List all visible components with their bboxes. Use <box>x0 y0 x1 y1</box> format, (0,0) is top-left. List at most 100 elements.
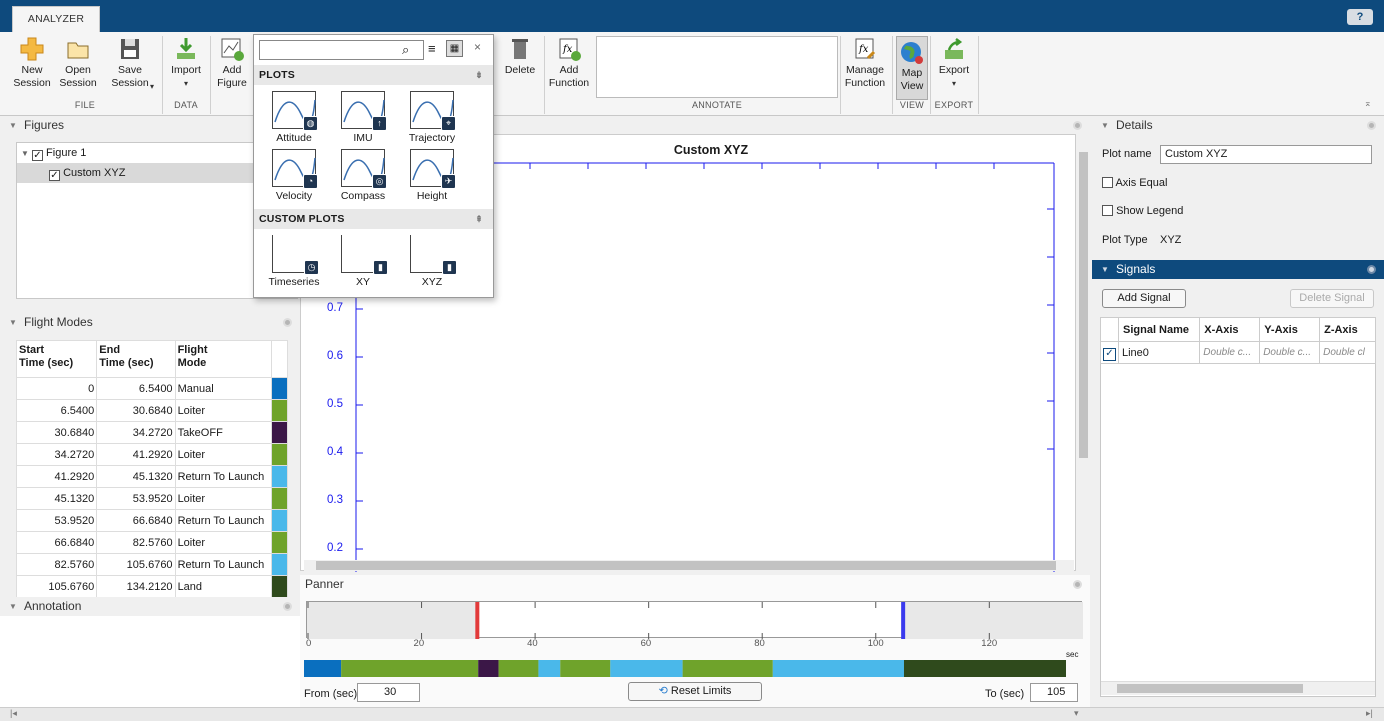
column-header[interactable]: Signal Name <box>1117 317 1201 342</box>
collapse-toolstrip-icon[interactable]: ⌅ <box>1364 98 1372 109</box>
table-row[interactable]: 45.1320 53.9520 Loiter <box>15 487 289 510</box>
start-cell[interactable]: 34.2720 <box>15 443 98 466</box>
from-handle[interactable] <box>475 602 480 639</box>
end-cell[interactable]: 45.1320 <box>96 465 176 488</box>
end-cell[interactable]: 105.6760 <box>96 553 176 576</box>
signals-panel-header[interactable]: ▼ Signals <box>1092 260 1384 279</box>
export-button[interactable]: Export ▾ <box>934 36 974 90</box>
collapse-icon[interactable]: ▼ <box>1101 116 1109 135</box>
mode-cell[interactable]: Loiter <box>174 399 272 422</box>
start-cell[interactable]: 82.5760 <box>15 553 98 576</box>
plots-section-header[interactable]: PLOTS ⇟ <box>254 65 493 85</box>
mode-cell[interactable]: Manual <box>174 377 272 400</box>
checkbox[interactable]: ✓ <box>31 150 43 161</box>
collapse-icon[interactable]: ▼ <box>1101 260 1109 279</box>
table-row[interactable]: 66.6840 82.5760 Loiter <box>15 531 289 554</box>
reset-limits-button[interactable]: ⟲ Reset Limits <box>628 682 762 701</box>
custom-plot-timeseries[interactable]: ◷ Timeseries <box>262 235 326 288</box>
details-panel-header[interactable]: ▼ Details <box>1092 116 1384 135</box>
plot-type-velocity[interactable]: ◔ Velocity <box>262 149 326 202</box>
end-cell[interactable]: 66.6840 <box>96 509 176 532</box>
plot-name-input[interactable]: Custom XYZ <box>1160 145 1372 164</box>
grid-view-icon[interactable]: ▦ <box>446 40 463 57</box>
signal-name-cell[interactable]: Line0 <box>1117 341 1201 364</box>
plot-type-attitude[interactable]: ◍ Attitude <box>262 91 326 144</box>
table-row[interactable]: 34.2720 41.2920 Loiter <box>15 443 289 466</box>
to-handle[interactable] <box>901 602 906 639</box>
start-cell[interactable]: 0 <box>15 377 98 400</box>
signal-checkbox[interactable]: ✓ <box>1103 347 1116 361</box>
panel-options-icon[interactable] <box>1367 265 1376 274</box>
start-cell[interactable]: 45.1320 <box>15 487 98 510</box>
end-cell[interactable]: 53.9520 <box>96 487 176 510</box>
x-axis-cell[interactable]: Double c... <box>1199 341 1261 364</box>
add-function-button[interactable]: fx Add Function <box>546 36 592 90</box>
mode-cell[interactable]: Land <box>174 575 272 598</box>
panner-track[interactable] <box>307 602 1083 639</box>
plot-type-compass[interactable]: ◎ Compass <box>331 149 395 202</box>
plot-search-input[interactable] <box>259 40 424 60</box>
column-header[interactable]: Z-Axis <box>1319 317 1376 342</box>
table-row[interactable]: 82.5760 105.6760 Return To Launch <box>15 553 289 576</box>
table-row[interactable]: 53.9520 66.6840 Return To Launch <box>15 509 289 532</box>
plot-type-trajectory[interactable]: ⌖ Trajectory <box>400 91 464 144</box>
column-header[interactable]: Y-Axis <box>1259 317 1321 342</box>
panner-range[interactable] <box>306 601 1083 639</box>
end-cell[interactable]: 41.2920 <box>96 443 176 466</box>
horizontal-scrollbar[interactable] <box>304 560 1074 571</box>
table-row[interactable]: 30.6840 34.2720 TakeOFF <box>15 421 289 444</box>
start-cell[interactable]: 6.5400 <box>15 399 98 422</box>
collapse-icon[interactable]: ▼ <box>9 313 17 332</box>
end-cell[interactable]: 34.2720 <box>96 421 176 444</box>
collapse-icon[interactable]: ▼ <box>9 597 17 616</box>
plot-type-height[interactable]: ✈ Height <box>400 149 464 202</box>
column-header[interactable]: Start Time (sec) <box>15 340 98 378</box>
open-session-button[interactable]: Open Session <box>56 36 100 90</box>
panel-options-icon[interactable] <box>283 318 292 327</box>
checkbox[interactable] <box>1102 205 1113 216</box>
column-header[interactable]: Flight Mode <box>174 340 272 378</box>
from-input[interactable]: 30 <box>357 683 420 702</box>
panel-options-icon[interactable] <box>1073 121 1082 130</box>
table-row[interactable]: ✓ Line0 Double c... Double c... Double c… <box>1100 341 1376 364</box>
scroll-thumb[interactable] <box>316 561 1056 570</box>
mode-cell[interactable]: Loiter <box>174 443 272 466</box>
checkbox[interactable]: ✓ <box>49 170 60 181</box>
start-cell[interactable]: 105.6760 <box>15 575 98 598</box>
to-input[interactable]: 105 <box>1030 683 1078 702</box>
help-icon[interactable]: ? <box>1347 9 1373 25</box>
new-session-button[interactable]: New Session <box>10 36 54 90</box>
table-row[interactable]: 0 6.5400 Manual <box>15 377 289 400</box>
mode-cell[interactable]: Loiter <box>174 487 272 510</box>
status-left-icon[interactable]: |◂ <box>10 708 17 719</box>
vertical-scrollbar[interactable] <box>1078 138 1089 560</box>
collapse-section-icon[interactable]: ⇟ <box>475 65 483 85</box>
import-button[interactable]: Import ▾ <box>166 36 206 90</box>
add-figure-button[interactable]: Add Figure <box>214 36 250 90</box>
add-signal-button[interactable]: Add Signal <box>1102 289 1186 308</box>
panel-options-icon[interactable] <box>1073 580 1082 589</box>
z-axis-cell[interactable]: Double cl <box>1319 341 1376 364</box>
start-cell[interactable]: 41.2920 <box>15 465 98 488</box>
mode-cell[interactable]: Return To Launch <box>174 465 272 488</box>
start-cell[interactable]: 53.9520 <box>15 509 98 532</box>
delete-button[interactable]: Delete <box>500 36 540 77</box>
tab-analyzer[interactable]: ANALYZER <box>12 6 100 32</box>
y-axis-cell[interactable]: Double c... <box>1259 341 1321 364</box>
manage-function-button[interactable]: fx Manage Function <box>842 36 888 90</box>
save-session-button[interactable]: Save Session ▾ <box>104 36 156 91</box>
mode-cell[interactable]: Return To Launch <box>174 553 272 576</box>
axis-equal-checkbox[interactable]: Axis Equal <box>1102 177 1167 189</box>
signals-horizontal-scrollbar[interactable] <box>1101 681 1375 695</box>
start-cell[interactable]: 30.6840 <box>15 421 98 444</box>
status-right-icon[interactable]: ▸| <box>1366 708 1373 719</box>
close-icon[interactable]: × <box>474 40 481 54</box>
collapse-icon[interactable]: ▼ <box>9 116 17 135</box>
start-cell[interactable]: 66.6840 <box>15 531 98 554</box>
end-cell[interactable]: 30.6840 <box>96 399 176 422</box>
custom-plot-xy[interactable]: ▮ XY <box>331 235 395 288</box>
annotate-gallery[interactable] <box>596 36 838 98</box>
map-view-button[interactable]: Map View <box>896 36 928 100</box>
custom-plots-section-header[interactable]: CUSTOM PLOTS ⇞ <box>254 209 493 229</box>
end-cell[interactable]: 6.5400 <box>96 377 176 400</box>
